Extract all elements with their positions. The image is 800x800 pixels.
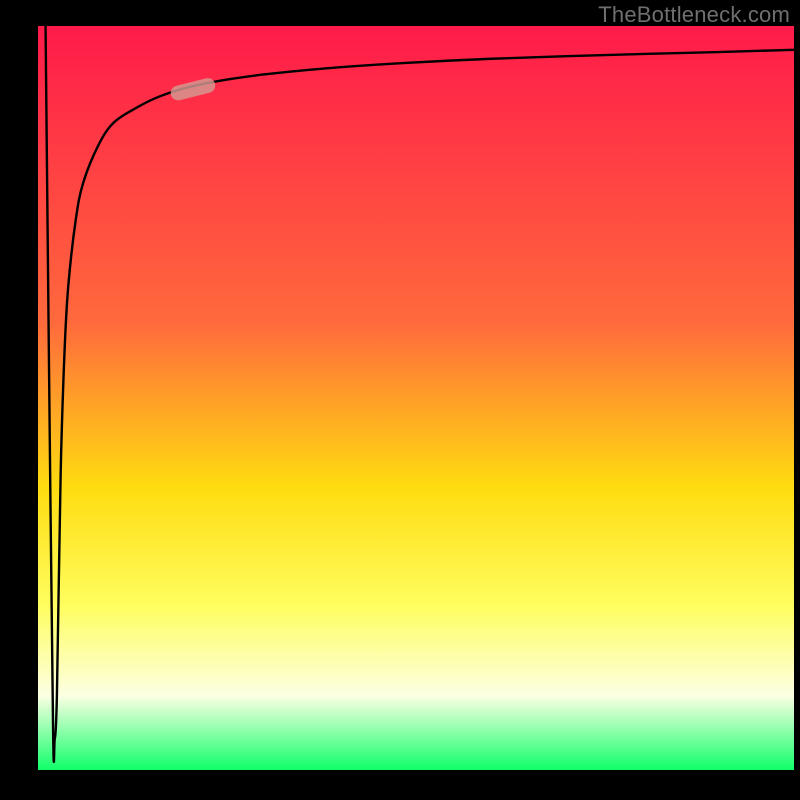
- chart-svg: [38, 26, 794, 770]
- gradient-background: [38, 26, 794, 770]
- chart-frame: TheBottleneck.com: [0, 0, 800, 800]
- plot-area: [38, 26, 794, 770]
- attribution-text: TheBottleneck.com: [598, 2, 790, 28]
